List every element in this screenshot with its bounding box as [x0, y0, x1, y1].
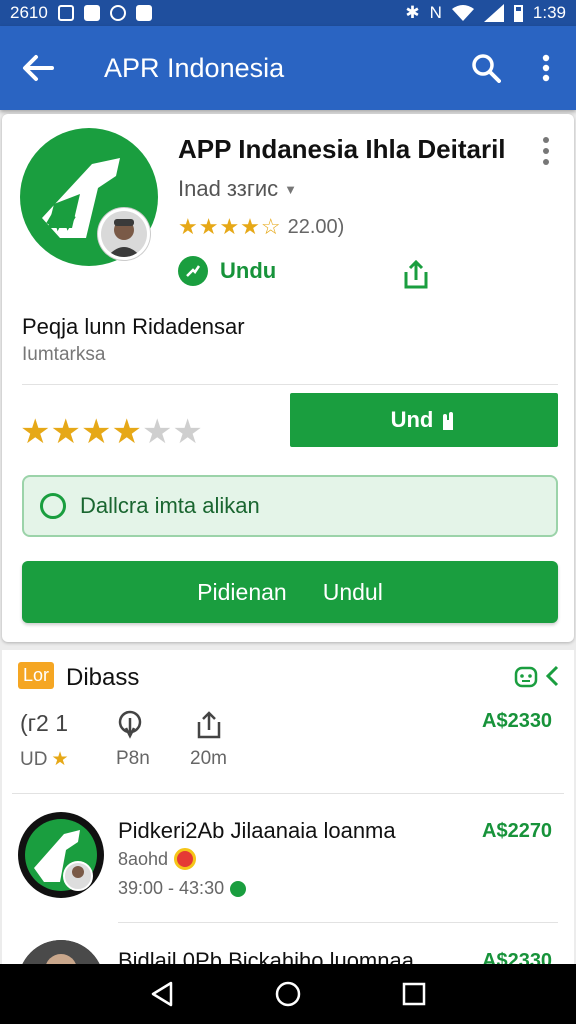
- list-item-time: 39:00 - 43:30: [118, 878, 247, 899]
- install-link[interactable]: Undu: [178, 256, 276, 286]
- stat-label-3: 20m: [190, 748, 227, 769]
- card-overflow-button[interactable]: [534, 134, 558, 168]
- info-alert[interactable]: Dallcra imta alikan: [22, 475, 558, 537]
- developer-dropdown[interactable]: Inad ззгис ▼: [178, 176, 297, 202]
- robot-icon[interactable]: [514, 664, 538, 688]
- install-label: Undu: [220, 258, 277, 283]
- rate-stars-input[interactable]: ★★★★★★: [20, 412, 203, 452]
- app-detail-card: APP Indanesia Ihla Deitaril Inad ззгис ▼…: [2, 114, 574, 642]
- play-icon: [230, 880, 247, 897]
- section-subtitle: Iumtarksa: [22, 344, 106, 365]
- primary-action-right-label: Undul: [322, 578, 383, 605]
- section2-title: Dibass: [66, 664, 140, 691]
- section-title: Peqja lunn Ridadensar: [22, 314, 245, 339]
- rating-stars: ★★★★☆: [178, 214, 282, 239]
- message-notification-icon: [135, 5, 152, 21]
- category-badge: Lor: [18, 662, 55, 689]
- nav-home-icon[interactable]: [274, 980, 302, 1008]
- list-item-subtitle: 8aohd: [118, 848, 197, 870]
- person-avatar-icon: [101, 211, 147, 257]
- divider: [12, 793, 564, 794]
- star-5-icon[interactable]: ★: [142, 413, 172, 451]
- install-button[interactable]: Und: [290, 393, 558, 447]
- upload-icon: [197, 711, 221, 739]
- stat-label-2: P8n: [116, 748, 150, 769]
- divider: [118, 922, 558, 923]
- signal-icon: [483, 4, 504, 22]
- nfc-icon: N: [429, 3, 442, 22]
- chat-bubble-icon: [40, 493, 66, 519]
- nav-recents-icon[interactable]: [401, 981, 427, 1007]
- download-check-icon: [178, 256, 208, 286]
- status-time-left: 2610: [10, 3, 48, 22]
- star-2-icon[interactable]: ★: [50, 413, 80, 451]
- arrow-back-icon: [23, 55, 54, 81]
- divider: [22, 384, 558, 385]
- list-item-time-text: 39:00 - 43:30: [118, 878, 225, 898]
- star-4-icon[interactable]: ★: [111, 413, 141, 451]
- stat-value-1: (г2 1: [20, 710, 69, 736]
- touch-icon: [118, 710, 142, 739]
- camera-notification-icon: [109, 5, 126, 21]
- stat-label-1: UD ★: [20, 748, 69, 771]
- primary-action-button[interactable]: Pidienan Undul: [22, 561, 558, 623]
- rating-count: 22.00): [287, 215, 345, 238]
- check-notification-icon: [83, 5, 100, 21]
- section2-actions: [514, 664, 560, 688]
- more-vert-icon: [542, 54, 550, 82]
- install-button-label: Und: [390, 407, 434, 432]
- gallery-notification-icon: [57, 5, 74, 21]
- chevron-left-icon[interactable]: [544, 664, 560, 688]
- app-bar-title: APR Indonesia: [104, 52, 285, 83]
- primary-action-left-label: Pidienan: [197, 578, 287, 605]
- star-1-icon[interactable]: ★: [20, 413, 50, 451]
- price-top: A$2330: [482, 710, 553, 732]
- star-6-icon[interactable]: ★: [172, 413, 202, 451]
- list-item-subtitle-text: 8aohd: [118, 848, 169, 869]
- bluetooth-icon: ✱: [405, 3, 420, 22]
- star-icon: ★: [51, 749, 69, 770]
- status-time: 1:39: [532, 3, 566, 22]
- rating-row: ★★★★☆ 22.00): [178, 214, 344, 240]
- system-nav-bar: [0, 964, 576, 1024]
- share-icon[interactable]: [402, 258, 430, 290]
- more-vert-icon: [543, 137, 549, 165]
- search-icon: [472, 54, 501, 83]
- wifi-icon: [451, 5, 474, 21]
- hand-pointer-icon: [443, 412, 454, 430]
- list-item-logo[interactable]: [18, 812, 104, 898]
- app-title: APP Indanesia Ihla Deitaril: [178, 134, 506, 164]
- alert-text: Dallcra imta alikan: [80, 493, 260, 518]
- overflow-menu-button[interactable]: [516, 26, 576, 110]
- search-button[interactable]: [456, 26, 516, 110]
- list-item-price: A$2270: [482, 820, 553, 842]
- stat-label-1-text: UD: [20, 748, 48, 770]
- nav-back-icon[interactable]: [149, 980, 175, 1008]
- developer-name: Inad ззгис: [178, 176, 279, 201]
- list-item-title[interactable]: Pidkeri2Ab Jilaanaia loanma: [118, 818, 396, 844]
- app-logo-mark-icon: [25, 819, 97, 891]
- star-3-icon[interactable]: ★: [81, 413, 111, 451]
- developer-avatar: [98, 208, 150, 260]
- badge-icon: [174, 848, 197, 870]
- section2-card: Lor Dibass (г2 1 UD ★ P8n 20m A$2330 Pid…: [2, 650, 574, 1024]
- back-button[interactable]: [0, 26, 76, 110]
- status-bar: 2610 ✱ N 1:39: [0, 0, 576, 26]
- chevron-down-icon: ▼: [284, 181, 298, 197]
- battery-icon: [513, 4, 523, 22]
- app-bar: APR Indonesia: [0, 26, 576, 110]
